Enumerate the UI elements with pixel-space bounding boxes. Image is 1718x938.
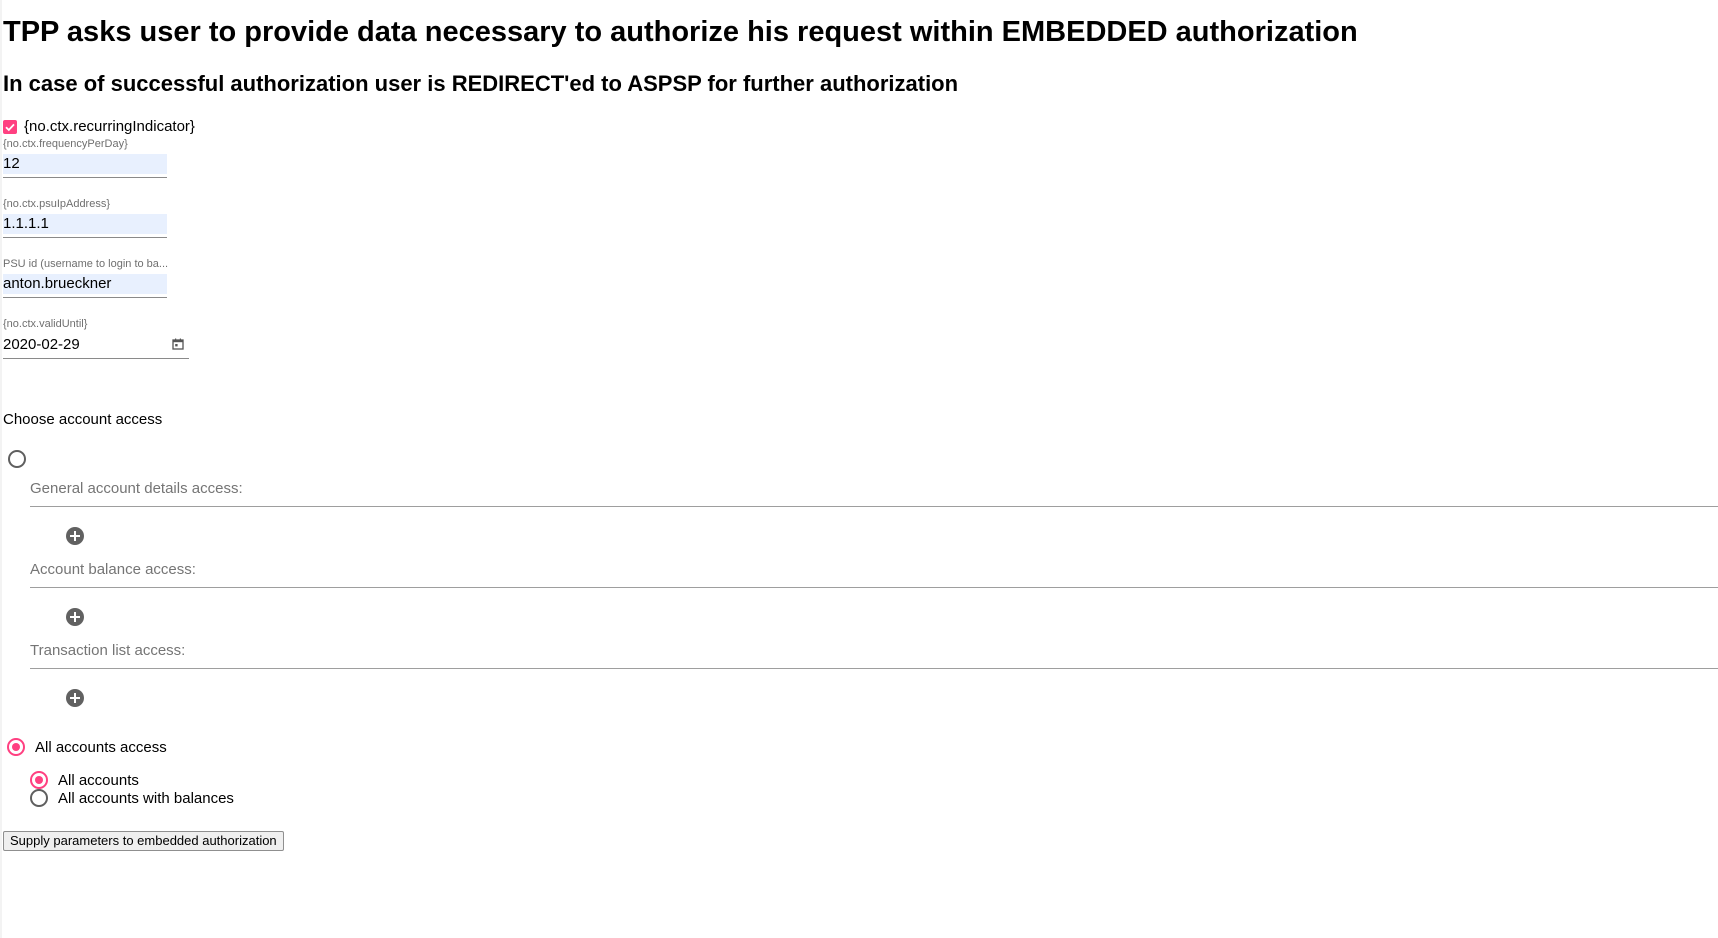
psu-ip-address-field[interactable]: {no.ctx.psuIpAddress} 1.1.1.1 [3,198,167,238]
psu-ip-address-underline [3,237,167,238]
all-accounts-access-option[interactable]: All accounts access [7,738,167,756]
add-circle-icon[interactable] [66,527,84,545]
frequency-per-day-input[interactable]: 12 [3,154,167,174]
add-circle-icon[interactable] [66,689,84,707]
valid-until-field[interactable]: {no.ctx.validUntil} 2020-02-29 [3,318,189,359]
dedicated-access-radio[interactable] [8,450,26,468]
frequency-per-day-field[interactable]: {no.ctx.frequencyPerDay} 12 [3,138,167,178]
calendar-icon[interactable] [171,337,185,351]
page-left-edge [0,0,2,938]
psu-ip-address-label: {no.ctx.psuIpAddress} [3,198,111,210]
recurring-indicator-label: {no.ctx.recurringIndicator} [24,118,195,135]
valid-until-label: {no.ctx.validUntil} [3,318,88,330]
all-accounts-access-radio[interactable] [7,738,25,756]
psu-ip-address-input[interactable]: 1.1.1.1 [3,214,167,234]
all-accounts-with-balances-radio[interactable] [30,789,48,807]
all-accounts-option[interactable]: All accounts [30,771,139,789]
psu-id-input[interactable]: anton.brueckner [3,274,167,294]
general-account-details-section: General account details access: [30,480,1718,545]
all-accounts-with-balances-option[interactable]: All accounts with balances [30,789,234,807]
account-balance-section: Account balance access: [30,561,1718,626]
check-icon[interactable] [3,119,17,134]
section-divider [30,668,1718,669]
transaction-list-section: Transaction list access: [30,642,1718,707]
psu-id-underline [3,297,167,298]
page-subtitle: In case of successful authorization user… [3,71,959,96]
all-accounts-access-label: All accounts access [35,738,167,756]
valid-until-input[interactable]: 2020-02-29 [3,336,80,353]
recurring-indicator-checkbox[interactable]: {no.ctx.recurringIndicator} [3,118,195,135]
page-title: TPP asks user to provide data necessary … [3,16,1358,48]
all-accounts-label: All accounts [58,771,139,789]
account-balance-title: Account balance access: [30,561,196,578]
frequency-per-day-underline [3,177,167,178]
section-divider [30,506,1718,507]
general-account-details-title: General account details access: [30,480,243,497]
all-accounts-with-balances-label: All accounts with balances [58,789,234,807]
psu-id-field[interactable]: PSU id (username to login to ba... anton… [3,258,169,298]
all-accounts-radio[interactable] [30,771,48,789]
section-divider [30,587,1718,588]
frequency-per-day-label: {no.ctx.frequencyPerDay} [3,138,128,150]
supply-parameters-button[interactable]: Supply parameters to embedded authorizat… [3,831,284,851]
add-circle-icon[interactable] [66,608,84,626]
valid-until-underline [3,358,189,359]
psu-id-label: PSU id (username to login to ba... [3,258,169,270]
transaction-list-title: Transaction list access: [30,642,186,659]
choose-account-access-label: Choose account access [3,411,163,428]
